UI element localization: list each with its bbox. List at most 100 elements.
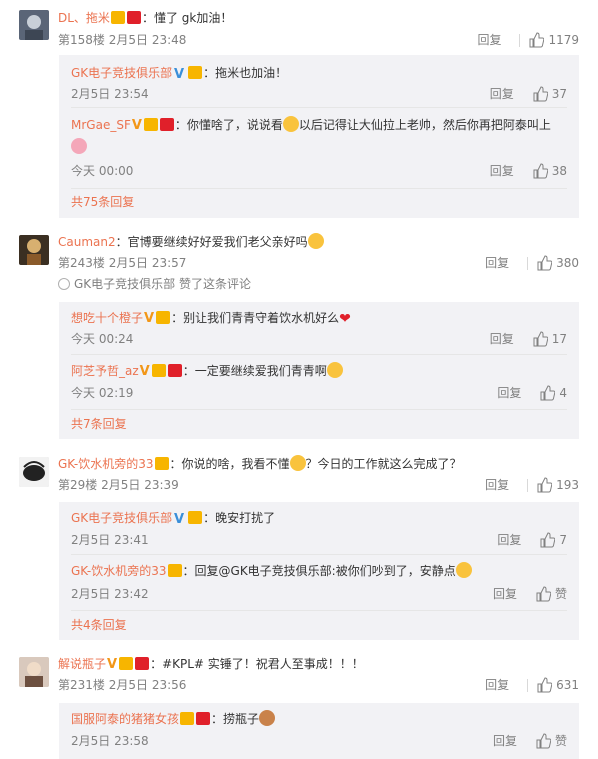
crown-badge-icon: [151, 364, 166, 377]
reply-username[interactable]: GK电子竞技俱乐部: [71, 66, 172, 80]
like-count: 4: [559, 386, 567, 400]
comment-3: GK-饮水机旁的33 ：你说的啥，我看不懂 ？今日的工作就这么完成了？ 第29楼 2…: [0, 444, 598, 644]
reply-timestamp: 2月5日 23:54: [71, 87, 149, 101]
heart-emoji-icon: ❤: [339, 311, 351, 327]
crown-badge-icon: [180, 712, 195, 725]
reply-text-continued: 以后记得让大仙拉上老帅，然后你再把阿泰叫上: [298, 118, 551, 132]
reply-button[interactable]: 回复: [485, 476, 509, 494]
reply-button[interactable]: 回复: [485, 254, 509, 272]
comment-username[interactable]: GK-饮水机旁的33: [58, 457, 154, 471]
like-count: 1179: [548, 33, 579, 47]
reply-button[interactable]: 回复: [493, 732, 517, 750]
comment-text-continued: ？今日的工作就这么完成了？: [305, 457, 462, 471]
crown-badge-icon: [110, 11, 125, 24]
avatar[interactable]: [19, 657, 49, 687]
emoji-icon: [259, 710, 276, 726]
comment-text: ：#KPL# 实锤了！祝君人至事成！！！: [150, 657, 364, 671]
reply-text: ：晚安打扰了: [203, 511, 276, 525]
reply-item: GK电子竞技俱乐部 V ：晚安打扰了 2月5日 23:41 回复 7: [59, 502, 579, 554]
avatar[interactable]: [19, 235, 49, 265]
crown-badge-icon: [188, 66, 203, 79]
more-replies-link[interactable]: 共75条回复: [71, 193, 134, 211]
more-replies-link[interactable]: 共4条回复: [71, 616, 127, 634]
red-badge-icon: [167, 364, 182, 377]
more-replies-link[interactable]: 共7条回复: [71, 415, 127, 433]
verified-badge-icon: V: [173, 511, 186, 527]
red-badge-icon: [196, 712, 211, 725]
like-icon[interactable]: [536, 255, 553, 271]
emoji-icon: [282, 116, 299, 132]
comment-meta: 第158楼 2月5日 23:48: [58, 31, 186, 49]
comment-username[interactable]: Cauman2: [58, 235, 116, 249]
reply-username[interactable]: 阿芝予哲_az: [71, 364, 139, 378]
reply-text: ：捞瓶子: [211, 712, 260, 726]
reply-item: MrGae_SFV ：你懂啥了，说说看 以后记得让大仙拉上老帅，然后你再把阿泰叫上 …: [59, 108, 579, 188]
reply-box: 想吃十个橙子V ：别让我们青青守着饮水机好么❤ 今天 00:24 回复 17 阿芝…: [59, 302, 579, 439]
crown-badge-icon: [188, 511, 203, 524]
verified-badge-icon: V: [144, 311, 155, 326]
verified-badge-icon: V: [107, 657, 118, 672]
timestamp: 2月5日 23:39: [101, 478, 179, 492]
crown-badge-icon: [156, 311, 171, 324]
comment-username[interactable]: DL、拖米: [58, 11, 110, 25]
comment-4: 解说瓶子V ：#KPL# 实锤了！祝君人至事成！！！ 第231楼 2月5日 23:…: [0, 644, 598, 759]
reply-username[interactable]: GK-饮水机旁的33: [71, 564, 167, 578]
reply-item: GK电子竞技俱乐部 V ：拖米也加油！ 2月5日 23:54 回复 37: [59, 55, 579, 107]
emoji-icon: [289, 455, 306, 471]
reply-username[interactable]: 国服阿泰的猪猪女孩: [71, 712, 179, 726]
reply-text: ：一定要继续爱我们青青啊: [182, 364, 327, 378]
reply-button[interactable]: 回复: [477, 31, 501, 49]
like-icon[interactable]: [532, 331, 548, 347]
like-count: 38: [551, 164, 567, 178]
like-icon[interactable]: [532, 163, 548, 179]
divider: [71, 188, 567, 189]
verified-badge-icon: V: [139, 364, 150, 379]
like-icon[interactable]: [532, 86, 548, 102]
reply-timestamp: 今天 00:24: [71, 332, 134, 346]
like-icon[interactable]: [536, 677, 553, 693]
like-count: 17: [551, 332, 567, 346]
avatar[interactable]: [19, 10, 49, 40]
reply-username[interactable]: MrGae_SF: [71, 118, 131, 132]
reply-text: ：你懂啥了，说说看: [174, 118, 283, 132]
reply-button[interactable]: 回复: [485, 676, 509, 694]
like-icon[interactable]: [536, 477, 553, 493]
like-icon[interactable]: [535, 733, 551, 749]
reply-box: GK电子竞技俱乐部 V ：晚安打扰了 2月5日 23:41 回复 7 GK-饮水机旁…: [59, 502, 579, 640]
red-badge-icon: [135, 657, 150, 670]
floor-number: 第158楼: [58, 33, 105, 47]
reply-text: ：回复@GK电子竞技俱乐部:被你们吵到了，安静点: [182, 564, 456, 578]
reply-button[interactable]: 回复: [493, 585, 517, 603]
divider: [527, 678, 529, 692]
reply-item: 国服阿泰的猪猪女孩 ：捞瓶子 2月5日 23:58 回复 赞: [59, 703, 579, 759]
like-count: 赞: [554, 734, 567, 748]
floor-number: 第29楼: [58, 478, 98, 492]
pig-emoji-icon: [71, 138, 87, 154]
reply-username[interactable]: GK电子竞技俱乐部: [71, 511, 172, 525]
avatar[interactable]: [19, 457, 49, 487]
crown-badge-icon: [167, 564, 182, 577]
timestamp: 2月5日 23:57: [108, 256, 187, 270]
emoji-icon: [307, 233, 324, 249]
reply-item: GK-饮水机旁的33 ：回复@GK电子竞技俱乐部:被你们吵到了，安静点 2月5日 …: [59, 555, 579, 610]
reply-item: 阿芝予哲_azV ：一定要继续爱我们青青啊 今天 02:19 回复 4: [59, 355, 579, 407]
timestamp: 2月5日 23:48: [108, 33, 187, 47]
reply-box: 国服阿泰的猪猪女孩 ：捞瓶子 2月5日 23:58 回复 赞: [59, 703, 579, 759]
like-icon[interactable]: [539, 385, 556, 401]
svg-text:V: V: [174, 512, 184, 524]
comment-actions: 回复 1179: [477, 31, 579, 49]
liked-by-notice: GK电子竞技俱乐部 赞了这条评论: [58, 275, 251, 293]
floor-number: 第243楼: [58, 256, 105, 270]
like-icon[interactable]: [539, 532, 556, 548]
reply-button[interactable]: 回复: [490, 162, 514, 180]
like-icon[interactable]: [535, 586, 551, 602]
reply-button[interactable]: 回复: [490, 330, 514, 348]
comment-username[interactable]: 解说瓶子: [58, 657, 106, 671]
reply-button[interactable]: 回复: [497, 531, 521, 549]
reply-timestamp: 今天 02:19: [71, 386, 134, 400]
emoji-icon: [455, 562, 472, 578]
reply-button[interactable]: 回复: [490, 85, 514, 103]
reply-username[interactable]: 想吃十个橙子: [71, 311, 143, 325]
reply-button[interactable]: 回复: [497, 384, 521, 402]
like-icon[interactable]: [528, 32, 545, 48]
